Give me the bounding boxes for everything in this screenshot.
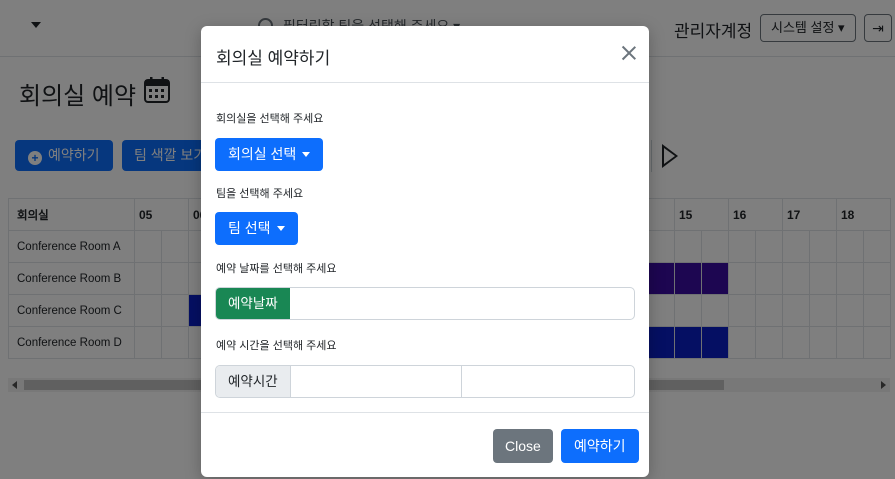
time-input-group: 예약시간 (215, 365, 635, 398)
room-select-label: 회의실을 선택해 주세요 (216, 113, 324, 125)
team-dropdown-label: 팀 선택 (228, 220, 271, 236)
date-input[interactable] (290, 288, 634, 319)
booking-modal: 회의실 예약하기 회의실을 선택해 주세요 회의실 선택 팀을 선택해 주세요 … (201, 26, 649, 477)
time-prefix: 예약시간 (216, 366, 291, 397)
modal-header: 회의실 예약하기 (201, 26, 649, 83)
end-time-input[interactable] (462, 366, 634, 397)
room-dropdown[interactable]: 회의실 선택 (215, 138, 324, 171)
modal-title: 회의실 예약하기 (216, 49, 331, 68)
time-select-label: 예약 시간을 선택해 주세요 (216, 340, 337, 352)
chevron-down-icon (276, 226, 285, 231)
close-button[interactable]: Close (493, 429, 553, 463)
submit-booking-button[interactable]: 예약하기 (561, 429, 639, 463)
start-time-input[interactable] (290, 366, 461, 397)
room-dropdown-label: 회의실 선택 (228, 146, 297, 162)
date-input-group: 예약날짜 (215, 287, 635, 320)
date-select-label: 예약 날짜를 선택해 주세요 (216, 263, 337, 275)
team-dropdown[interactable]: 팀 선택 (215, 212, 298, 245)
team-select-label: 팀을 선택해 주세요 (216, 188, 304, 200)
modal-footer-divider (201, 412, 649, 413)
close-icon[interactable] (620, 44, 638, 62)
date-prefix: 예약날짜 (216, 288, 290, 319)
chevron-down-icon (302, 152, 311, 157)
